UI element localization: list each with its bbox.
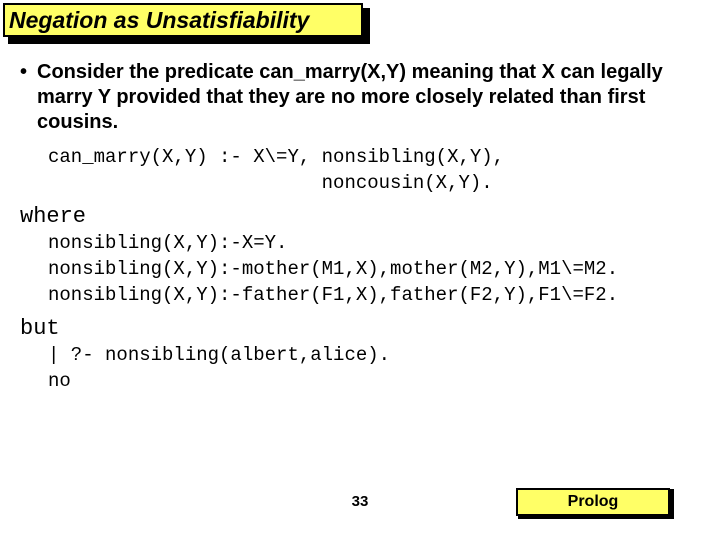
code-line: nonsibling(X,Y):-father(F1,X),father(F2,… [48,284,618,306]
bullet-marker: • [20,60,27,84]
code-line: | ?- nonsibling(albert,alice). [48,344,390,366]
footer: 33 Prolog [0,482,720,516]
code-block-2: nonsibling(X,Y):-X=Y. nonsibling(X,Y):-m… [48,231,700,308]
topic-tag: Prolog [516,488,670,516]
code-block-3: | ?- nonsibling(albert,alice). no [48,343,700,394]
where-label: where [20,204,700,229]
but-label: but [20,316,700,341]
page-number: 33 [352,493,369,510]
slide-title: Negation as Unsatisfiability [3,3,363,37]
code-line: can_marry(X,Y) :- X\=Y, nonsibling(X,Y), [48,146,504,168]
content-area: • Consider the predicate can_marry(X,Y) … [20,60,700,394]
bullet-item: • Consider the predicate can_marry(X,Y) … [20,60,700,135]
code-block-1: can_marry(X,Y) :- X\=Y, nonsibling(X,Y),… [48,145,700,196]
code-line: noncousin(X,Y). [48,172,493,194]
intro-text: Consider the predicate can_marry(X,Y) me… [37,60,700,135]
code-line: nonsibling(X,Y):-X=Y. [48,232,287,254]
code-line: nonsibling(X,Y):-mother(M1,X),mother(M2,… [48,258,618,280]
code-line: no [48,370,71,392]
